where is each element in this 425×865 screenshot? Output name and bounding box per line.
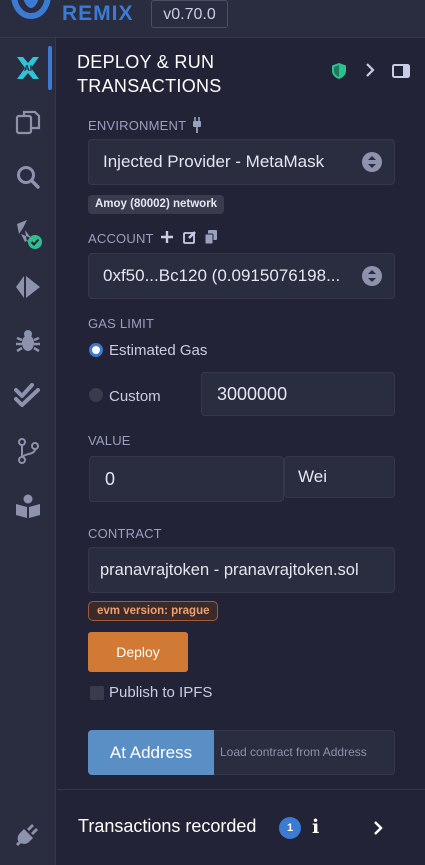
deploy-run-tab[interactable] <box>0 259 56 315</box>
ai-icon: AI <box>17 57 39 79</box>
at-address-button[interactable]: At Address <box>88 730 214 775</box>
ai-assistant-tab[interactable]: AI <box>0 40 56 96</box>
app-brand: REMIX <box>62 2 134 25</box>
deploy-button[interactable]: Deploy <box>88 632 188 672</box>
estimated-gas-radio[interactable] <box>89 343 103 357</box>
environment-select[interactable]: Injected Provider - MetaMask <box>88 139 395 185</box>
account-value: 0xf50...Bc120 (0.0915076198... <box>103 266 341 285</box>
plugin-manager-icon <box>15 824 38 847</box>
evm-version-badge: evm version: prague <box>88 601 219 621</box>
custom-gas-radio[interactable] <box>89 388 103 402</box>
deploy-run-panel: DEPLOY & RUN TRANSACTIONS ENVIRONMENT In… <box>57 38 425 865</box>
debugger-tab[interactable] <box>0 313 56 369</box>
value-input[interactable]: 0 <box>89 456 284 502</box>
file-explorer-icon <box>15 110 41 135</box>
learn-tab[interactable] <box>0 478 56 534</box>
gas-limit-input[interactable]: 3000000 <box>201 372 395 416</box>
gas-limit-label: GAS LIMIT <box>88 316 155 331</box>
contract-value: pranavrajtoken - pranavrajtoken.sol <box>100 561 359 579</box>
chevron-right-icon[interactable] <box>365 62 375 78</box>
add-account-icon[interactable] <box>161 231 173 243</box>
solidity-compiler-icon <box>17 220 42 249</box>
value-unit-select[interactable]: Wei <box>284 456 395 498</box>
network-badge: Amoy (80002) network <box>88 195 225 214</box>
custom-gas-label: Custom <box>109 388 161 405</box>
publish-ipfs-label: Publish to IPFS <box>109 684 213 701</box>
section-divider <box>57 789 425 790</box>
icon-rail: AI <box>0 38 56 865</box>
select-arrows-icon <box>362 266 382 286</box>
estimated-gas-label: Estimated Gas <box>109 342 208 359</box>
testing-icon <box>14 383 40 407</box>
plugin-manager-tab[interactable] <box>0 806 56 862</box>
testing-tab[interactable] <box>0 367 56 423</box>
chevron-right-icon[interactable] <box>373 820 383 836</box>
value-label: VALUE <box>88 433 131 448</box>
contract-select[interactable]: pranavrajtoken - pranavrajtoken.sol <box>88 547 395 593</box>
transactions-count-badge: 1 <box>279 817 301 839</box>
top-bar: REMIX v0.70.0 <box>0 0 425 38</box>
environment-value: Injected Provider - MetaMask <box>103 152 325 171</box>
info-icon[interactable]: i <box>312 816 319 838</box>
search-tab[interactable] <box>0 149 56 205</box>
account-select[interactable]: 0xf50...Bc120 (0.0915076198... <box>88 253 395 299</box>
publish-ipfs-checkbox[interactable] <box>90 686 104 700</box>
remix-logo <box>11 0 51 20</box>
copy-icon[interactable] <box>205 230 217 244</box>
shield-check-icon <box>332 63 346 79</box>
edit-icon[interactable] <box>183 230 197 244</box>
git-icon <box>18 438 39 464</box>
debugger-icon <box>16 330 40 353</box>
select-arrows-icon <box>362 152 382 172</box>
dock-panel-icon[interactable] <box>392 64 410 78</box>
contract-label: CONTRACT <box>88 526 162 541</box>
environment-label: ENVIRONMENT <box>88 118 187 133</box>
transactions-recorded-title[interactable]: Transactions recorded <box>78 816 256 837</box>
file-explorer-tab[interactable] <box>0 94 56 150</box>
solidity-compiler-tab[interactable] <box>0 206 56 262</box>
panel-title: DEPLOY & RUN TRANSACTIONS <box>77 52 222 96</box>
version-badge[interactable]: v0.70.0 <box>151 0 228 28</box>
deploy-run-icon <box>16 276 40 298</box>
account-label: ACCOUNT <box>88 231 154 246</box>
learn-icon <box>16 494 40 518</box>
svg-text:AI: AI <box>24 64 32 73</box>
active-indicator <box>48 46 52 90</box>
git-tab[interactable] <box>0 423 56 479</box>
search-icon <box>17 166 40 189</box>
plug-icon <box>193 117 201 133</box>
at-address-input[interactable]: Load contract from Address <box>214 730 395 775</box>
